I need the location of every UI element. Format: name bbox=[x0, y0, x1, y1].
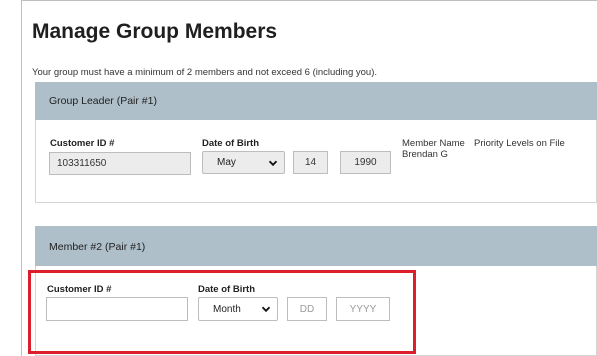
member-2-year-field[interactable]: YYYY bbox=[336, 297, 390, 321]
member-2-dob-label: Date of Birth bbox=[198, 284, 255, 295]
chevron-down-icon bbox=[268, 160, 278, 166]
leader-year-field[interactable]: 1990 bbox=[340, 151, 391, 174]
member-2-customer-id-label: Customer ID # bbox=[47, 284, 112, 295]
group-leader-title: Group Leader (Pair #1) bbox=[49, 95, 157, 107]
chevron-down-icon bbox=[261, 306, 271, 313]
leader-day-field[interactable]: 14 bbox=[293, 151, 328, 174]
leader-month-value: May bbox=[217, 157, 236, 168]
leader-customer-id-field[interactable]: 103311650 bbox=[49, 152, 191, 175]
group-leader-header: Group Leader (Pair #1) bbox=[35, 82, 597, 120]
leader-dob-label: Date of Birth bbox=[202, 138, 259, 149]
member-name-label: Member Name bbox=[402, 138, 465, 149]
member-2-title: Member #2 (Pair #1) bbox=[49, 241, 146, 253]
member-name-value: Brendan G bbox=[402, 149, 448, 160]
leader-customer-id-label: Customer ID # bbox=[50, 138, 115, 149]
page-title: Manage Group Members bbox=[32, 20, 278, 43]
priority-levels-label: Priority Levels on File bbox=[474, 138, 565, 149]
member-2-month-value: Month bbox=[213, 303, 241, 315]
member-2-day-field[interactable]: DD bbox=[287, 297, 327, 321]
leader-month-select[interactable]: May bbox=[202, 151, 285, 174]
member-2-customer-id-field[interactable] bbox=[46, 297, 188, 321]
group-size-note: Your group must have a minimum of 2 memb… bbox=[32, 67, 377, 78]
member-2-month-select[interactable]: Month bbox=[198, 297, 278, 321]
member-2-header: Member #2 (Pair #1) bbox=[35, 226, 597, 266]
